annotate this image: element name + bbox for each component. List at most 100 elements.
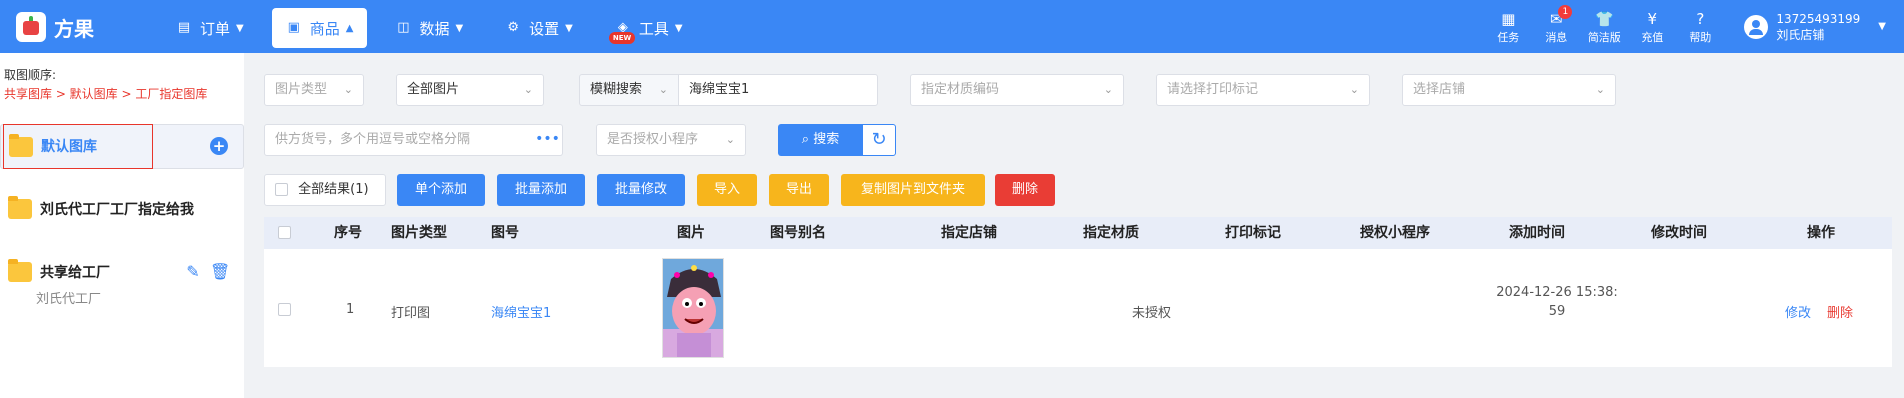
row-auth: 未授权 (1132, 306, 1172, 321)
print-mark-placeholder: 请选择打印标记 (1167, 82, 1259, 97)
add-folder-icon[interactable]: + (210, 137, 228, 155)
copy-to-folder-button[interactable]: 复制图片到文件夹 (841, 174, 985, 206)
caret-up-icon: ▲ (345, 22, 354, 34)
caret-down-icon: ▼ (1878, 21, 1886, 32)
nav-tools[interactable]: ◈ NEW 工具 ▼ (601, 8, 697, 48)
nav-settings[interactable]: ⚙ 设置 ▼ (491, 8, 587, 48)
image-type-select[interactable]: 图片类型 ⌄ (264, 74, 364, 106)
more-options-button[interactable]: ••• (533, 124, 563, 156)
recharge-button[interactable]: ¥ 充值 (1628, 9, 1676, 45)
user-shop: 刘氏店铺 (1776, 27, 1825, 42)
folder-shared[interactable]: 共享给工厂 (0, 259, 180, 285)
nav-products[interactable]: ▣ 商品 ▲ (271, 8, 368, 48)
search-button[interactable]: ⌕ 搜索 (778, 124, 863, 156)
task-label: 任务 (1497, 30, 1520, 44)
shirt-icon: 👕 (1594, 9, 1614, 28)
coin-icon: ¥ (1647, 9, 1658, 28)
nav-orders-label: 订单 (200, 19, 231, 38)
folder-sub-text: 刘氏代工厂 (36, 292, 102, 307)
shop-select[interactable]: 选择店铺 ⌄ (1402, 74, 1616, 106)
single-add-button[interactable]: 单个添加 (397, 174, 485, 206)
row-checkbox[interactable] (278, 303, 291, 316)
col-image: 图片 (677, 225, 705, 241)
batch-edit-button[interactable]: 批量修改 (597, 174, 685, 206)
image-table: 序号 图片类型 图号 图片 图号别名 指定店铺 指定材质 打印标记 授权小程序 … (264, 217, 1892, 367)
batch-add-button[interactable]: 批量添加 (497, 174, 585, 206)
row-index: 1 (346, 302, 355, 317)
user-info: 13725493199 刘氏店铺 (1776, 11, 1860, 43)
order-title: 取图顺序: (4, 68, 57, 82)
all-results-checkbox[interactable]: 全部结果(1) (264, 174, 386, 206)
nav-orders[interactable]: ▤ 订单 ▼ (162, 8, 258, 48)
col-added: 添加时间 (1509, 225, 1565, 241)
nav-tools-label: 工具 (638, 19, 669, 38)
authorized-select[interactable]: 是否授权小程序 ⌄ (596, 124, 746, 156)
search-input[interactable]: 海绵宝宝1 (678, 74, 878, 106)
message-count-badge: 1 (1558, 4, 1573, 19)
image-type-placeholder: 图片类型 (275, 82, 328, 97)
print-mark-select[interactable]: 请选择打印标记 ⌄ (1156, 74, 1370, 106)
supplier-no-input[interactable]: 供方货号，多个用逗号或空格分隔 (264, 124, 534, 156)
delete-button[interactable]: 删除 (995, 174, 1055, 206)
row-added-date: 2024-12-26 15:38: (1496, 285, 1618, 300)
import-button[interactable]: 导入 (697, 174, 757, 206)
caret-down-icon: ▼ (455, 22, 464, 34)
chevron-down-icon: ⌄ (725, 133, 735, 146)
trash-icon[interactable]: 🗑 (210, 263, 230, 281)
briefcase-icon: ▤ (177, 20, 191, 35)
folder-name: 共享给工厂 (40, 265, 110, 281)
authorized-placeholder: 是否授权小程序 (607, 132, 699, 147)
shop-placeholder: 选择店铺 (1413, 82, 1466, 97)
nav-settings-label: 设置 (529, 19, 560, 38)
selected-highlight (3, 124, 153, 169)
row-added-sec: 59 (1548, 304, 1566, 319)
search-mode-select[interactable]: 模糊搜索 ⌄ (579, 74, 679, 106)
material-code-select[interactable]: 指定材质编码 ⌄ (910, 74, 1124, 106)
user-menu[interactable]: 13725493199 刘氏店铺 ▼ (1744, 11, 1886, 43)
chevron-down-icon: ⌄ (1349, 83, 1359, 96)
folder-name: 刘氏代工厂工厂指定给我 (40, 202, 194, 218)
brand-name: 方果 (54, 16, 94, 41)
nav-data[interactable]: ◫ 数据 ▼ (381, 8, 477, 48)
brand-logo[interactable]: 方果 (16, 12, 94, 42)
caret-down-icon: ▼ (565, 22, 573, 34)
col-print-mark: 打印标记 (1225, 225, 1281, 241)
col-image-type: 图片类型 (391, 225, 447, 241)
simple-version-label: 简洁版 (1587, 30, 1621, 44)
nav-data-label: 数据 (419, 19, 450, 38)
search-icon: ⌕ (801, 132, 810, 147)
material-code-placeholder: 指定材质编码 (921, 82, 1000, 97)
task-button[interactable]: ▦ 任务 (1484, 9, 1532, 45)
all-images-select[interactable]: 全部图片 ⌄ (396, 74, 544, 106)
folder-icon (8, 259, 32, 282)
row-edit-link[interactable]: 修改 (1785, 302, 1811, 321)
caret-down-icon: ▼ (236, 22, 244, 34)
user-phone: 13725493199 (1776, 11, 1861, 26)
export-button[interactable]: 导出 (769, 174, 829, 206)
table-header: 序号 图片类型 图号 图片 图号别名 指定店铺 指定材质 打印标记 授权小程序 … (264, 217, 1892, 249)
folder-icon (8, 196, 32, 219)
avatar-icon (1744, 14, 1769, 39)
col-modified: 修改时间 (1651, 225, 1707, 241)
main-nav: ▤ 订单 ▼ ▣ 商品 ▲ ◫ 数据 ▼ ⚙ 设置 ▼ ◈ NEW 工具 ▼ (162, 8, 711, 48)
refresh-icon[interactable]: ↻ (862, 124, 896, 156)
col-authorized: 授权小程序 (1360, 225, 1430, 241)
row-delete-link[interactable]: 删除 (1827, 302, 1853, 321)
folder-factory-assigned[interactable]: 刘氏代工厂工厂指定给我 (0, 196, 244, 222)
row-code-link[interactable]: 海绵宝宝1 (491, 302, 551, 321)
edit-icon[interactable]: ✎ (184, 263, 202, 281)
chevron-down-icon: ⌄ (1595, 83, 1605, 96)
col-material: 指定材质 (1083, 225, 1139, 241)
caret-down-icon: ▼ (674, 22, 683, 34)
select-all-checkbox[interactable] (278, 226, 291, 239)
col-alias: 图号别名 (770, 225, 826, 241)
gallery-sidebar (0, 53, 244, 398)
help-icon: ? (1696, 9, 1705, 28)
help-button[interactable]: ? 帮助 (1676, 9, 1724, 45)
search-button-label: 搜索 (813, 132, 840, 147)
product-thumbnail[interactable] (662, 258, 724, 358)
simple-version-button[interactable]: 👕 简洁版 (1580, 9, 1628, 45)
message-button[interactable]: ✉ 1 消息 (1532, 4, 1580, 45)
chevron-down-icon: ⌄ (658, 83, 668, 96)
search-mode-value: 模糊搜索 (590, 82, 643, 97)
